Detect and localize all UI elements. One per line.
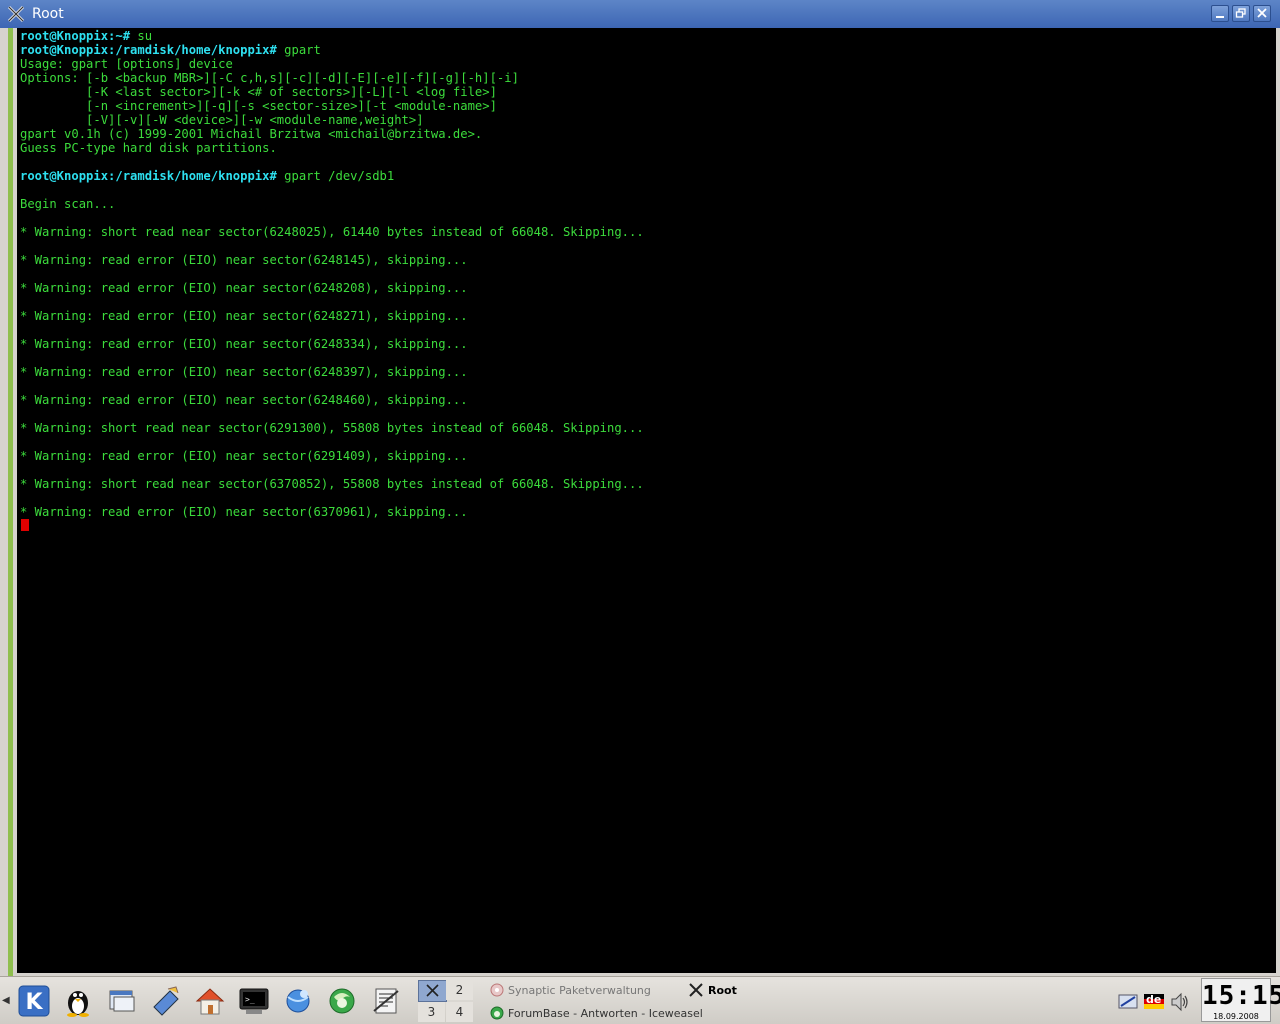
- pager-desktop-4[interactable]: 4: [446, 1002, 473, 1022]
- taskbar: ◀ K >_ 2 3 4 Synaptic Paketverwaltung Fo…: [0, 976, 1280, 1024]
- terminal-output-line: * Warning: short read near sector(624802…: [20, 225, 644, 239]
- svg-text:>_: >_: [245, 995, 255, 1004]
- terminal-output-line: * Warning: read error (EIO) near sector(…: [20, 393, 468, 407]
- line-text: * Warning: read error (EIO) near sector(…: [20, 337, 468, 351]
- line-text: gpart v0.1h (c) 1999-2001 Michail Brzitw…: [20, 127, 483, 141]
- terminal-command-line: root@Knoppix:/ramdisk/home/knoppix# gpar…: [20, 169, 394, 183]
- line-text: gpart: [276, 43, 321, 57]
- terminal-output-line: Usage: gpart [options] device: [20, 57, 233, 71]
- terminal-output-line: Options: [-b <backup MBR>][-C c,h,s][-c]…: [20, 71, 519, 85]
- terminal-icon[interactable]: >_: [238, 985, 270, 1017]
- terminal-output-line: gpart v0.1h (c) 1999-2001 Michail Brzitw…: [20, 127, 482, 141]
- pager-desktop-3[interactable]: 3: [418, 1002, 445, 1022]
- desktop-pager: 2 3 4: [418, 980, 474, 1022]
- maximize-button[interactable]: [1232, 5, 1250, 22]
- clock-time: 15:15: [1202, 981, 1280, 1011]
- task-iceweasel[interactable]: ForumBase - Antworten - Iceweasel: [488, 1004, 703, 1022]
- task-root[interactable]: Root: [686, 981, 766, 999]
- panel-hide-arrow-icon[interactable]: ◀: [2, 995, 10, 1006]
- terminal-output-line: * Warning: read error (EIO) near sector(…: [20, 505, 468, 519]
- line-text: * Warning: read error (EIO) near sector(…: [20, 309, 468, 323]
- terminal-output-line: [-K <last sector>][-k <# of sectors>][-L…: [20, 85, 497, 99]
- clock-date: 18.09.2008: [1213, 1012, 1259, 1021]
- terminal-output-line: * Warning: read error (EIO) near sector(…: [20, 253, 468, 267]
- close-icon: [1257, 8, 1267, 18]
- clock[interactable]: 15:15 18.09.2008: [1201, 978, 1280, 1022]
- line-text: * Warning: read error (EIO) near sector(…: [20, 253, 468, 267]
- window-frame-left: [0, 28, 14, 976]
- window-list-icon[interactable]: [106, 985, 138, 1017]
- terminal-output-line: Begin scan...: [20, 197, 115, 211]
- line-text: [-K <last sector>][-k <# of sectors>][-L…: [20, 85, 497, 99]
- line-text: * Warning: read error (EIO) near sector(…: [20, 365, 468, 379]
- terminal-command-line: root@Knoppix:~# su: [20, 29, 152, 43]
- window-titlebar[interactable]: Root: [0, 0, 1280, 28]
- minimize-button[interactable]: [1211, 5, 1229, 22]
- terminal-output-line: * Warning: read error (EIO) near sector(…: [20, 281, 468, 295]
- task-label: ForumBase - Antworten - Iceweasel: [508, 1007, 703, 1020]
- task-label: Root: [708, 984, 737, 997]
- terminal-cursor: [21, 519, 29, 531]
- knoppix-config-icon[interactable]: [150, 985, 182, 1017]
- terminal-area[interactable]: root@Knoppix:~# su root@Knoppix:/ramdisk…: [17, 28, 1276, 973]
- terminal-output-line: * Warning: read error (EIO) near sector(…: [20, 337, 468, 351]
- window-frame-right: [1276, 28, 1280, 976]
- line-text: * Warning: short read near sector(637085…: [20, 477, 644, 491]
- minimize-icon: [1216, 16, 1224, 18]
- line-text: * Warning: short read near sector(624802…: [20, 225, 644, 239]
- restore-icon: [1235, 8, 1246, 18]
- x-terminal-icon: [689, 983, 703, 997]
- x-window-icon: [426, 984, 439, 997]
- terminal-command-line: root@Knoppix:/ramdisk/home/knoppix# gpar…: [20, 43, 321, 57]
- pager-desktop-2[interactable]: 2: [446, 980, 473, 1000]
- line-text: [-n <increment>][-q][-s <sector-size>][-…: [20, 99, 497, 113]
- window-title: Root: [32, 6, 64, 22]
- line-text: gpart /dev/sdb1: [276, 169, 395, 183]
- line-text: su: [130, 29, 153, 43]
- pager-desktop-1[interactable]: [418, 980, 447, 1002]
- terminal-output-line: Guess PC-type hard disk partitions.: [20, 141, 277, 155]
- svg-text:K: K: [25, 990, 43, 1015]
- shell-prompt: root@Knoppix:/ramdisk/home/knoppix#: [20, 43, 277, 57]
- line-text: * Warning: read error (EIO) near sector(…: [20, 505, 468, 519]
- konqueror-icon[interactable]: [282, 985, 314, 1017]
- shell-prompt: root@Knoppix:/ramdisk/home/knoppix#: [20, 169, 277, 183]
- line-text: Usage: gpart [options] device: [20, 57, 233, 71]
- keyboard-layout-icon[interactable]: de: [1142, 992, 1166, 1010]
- task-label: Synaptic Paketverwaltung: [508, 984, 651, 997]
- terminal-output: root@Knoppix:~# su root@Knoppix:/ramdisk…: [20, 29, 644, 519]
- terminal-output-line: * Warning: read error (EIO) near sector(…: [20, 309, 468, 323]
- line-text: * Warning: read error (EIO) near sector(…: [20, 449, 468, 463]
- line-text: Guess PC-type hard disk partitions.: [20, 141, 277, 155]
- terminal-output-line: * Warning: short read near sector(637085…: [20, 477, 644, 491]
- kde-menu-icon[interactable]: K: [18, 985, 50, 1017]
- line-text: * Warning: short read near sector(629130…: [20, 421, 644, 435]
- terminal-output-line: [-V][-v][-W <device>][-w <module-name,we…: [20, 113, 424, 127]
- network-icon[interactable]: [1118, 992, 1140, 1010]
- close-button[interactable]: [1253, 5, 1271, 22]
- office-icon[interactable]: [370, 985, 402, 1017]
- shell-prompt: root@Knoppix:~#: [20, 29, 131, 43]
- volume-icon[interactable]: [1170, 992, 1190, 1012]
- terminal-output-line: * Warning: short read near sector(629130…: [20, 421, 644, 435]
- iceweasel-icon[interactable]: [326, 985, 358, 1017]
- iceweasel-task-icon: [490, 1006, 504, 1020]
- line-text: Begin scan...: [20, 197, 116, 211]
- keyboard-layout-label: de: [1146, 993, 1162, 1006]
- terminal-output-line: * Warning: read error (EIO) near sector(…: [20, 365, 468, 379]
- terminal-output-line: [-n <increment>][-q][-s <sector-size>][-…: [20, 99, 497, 113]
- line-text: Options: [-b <backup MBR>][-C c,h,s][-c]…: [20, 71, 519, 85]
- tux-icon[interactable]: [62, 985, 94, 1017]
- line-text: [-V][-v][-W <device>][-w <module-name,we…: [20, 113, 424, 127]
- terminal-window: Root root@Knoppix:~# su root@Knoppix:/ra…: [0, 0, 1280, 976]
- task-synaptic[interactable]: Synaptic Paketverwaltung: [488, 981, 678, 999]
- x-window-icon: [7, 5, 25, 23]
- home-folder-icon[interactable]: [194, 985, 226, 1017]
- line-text: * Warning: read error (EIO) near sector(…: [20, 393, 468, 407]
- line-text: * Warning: read error (EIO) near sector(…: [20, 281, 468, 295]
- synaptic-icon: [490, 983, 504, 997]
- terminal-output-line: * Warning: read error (EIO) near sector(…: [20, 449, 468, 463]
